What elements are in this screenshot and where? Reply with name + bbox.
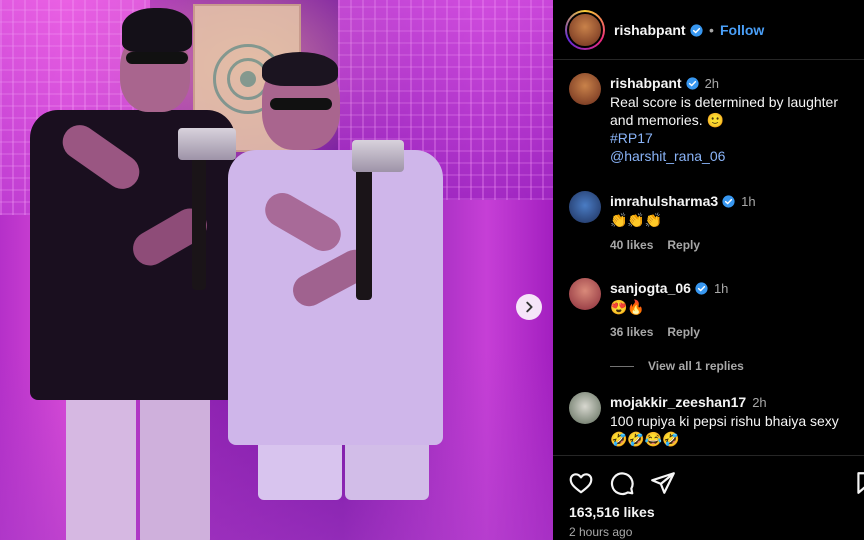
comment-likes[interactable]: 40 likes — [610, 238, 653, 252]
likes-count[interactable]: 163,516 likes — [569, 504, 655, 520]
author-avatar[interactable] — [565, 10, 605, 50]
posted-time[interactable]: 2 hours ago — [569, 525, 632, 539]
bookmark-icon[interactable] — [853, 470, 864, 496]
verified-badge-icon — [685, 77, 699, 90]
header-separator: • — [709, 22, 714, 38]
verified-badge-icon — [689, 24, 703, 37]
axe-head-left — [178, 128, 236, 160]
view-replies-button[interactable]: View all 1 replies — [610, 359, 744, 373]
caption-time[interactable]: 2h — [705, 76, 719, 91]
reply-button[interactable]: Reply — [667, 325, 700, 339]
comment-meta: 36 likes Reply — [610, 325, 714, 339]
comment-time[interactable]: 2h — [752, 395, 766, 410]
comment-username[interactable]: mojakkir_zeeshan17 — [610, 394, 746, 410]
post-header: rishabpant • Follow — [553, 0, 864, 60]
author-username-header[interactable]: rishabpant — [614, 22, 703, 38]
next-photo-button[interactable] — [516, 294, 542, 320]
author-username-text[interactable]: rishabpant — [614, 22, 686, 38]
comment-text: 100 rupiya ki pepsi rishu bhaiya sexy 🤣🤣… — [610, 413, 839, 447]
comment-likes[interactable]: 36 likes — [610, 325, 653, 339]
comment: imrahulsharma3 1h 👏👏👏 — [610, 192, 855, 229]
reply-button[interactable]: Reply — [667, 238, 700, 252]
share-icon[interactable] — [650, 470, 676, 496]
comment-time[interactable]: 1h — [741, 194, 755, 209]
replies-divider-line — [610, 365, 634, 367]
comment-username[interactable]: sanjogta_06 — [610, 280, 691, 296]
post-side-panel: rishabpant • Follow rishabpant 2h Real sc… — [553, 0, 864, 540]
verified-badge-icon — [722, 195, 735, 208]
comment-avatar[interactable] — [569, 278, 601, 310]
follow-button[interactable]: Follow — [720, 22, 764, 38]
verified-badge-icon — [695, 282, 708, 295]
comment-avatar[interactable] — [569, 191, 601, 223]
comment-text: 👏👏👏 — [610, 212, 663, 228]
caption-text: Real score is determined by laughter and… — [610, 94, 839, 128]
post-actions-bar: 163,516 likes 2 hours ago — [553, 455, 864, 540]
caption-hashtag[interactable]: #RP17 — [610, 129, 855, 147]
view-replies-label[interactable]: View all 1 replies — [648, 359, 744, 373]
comment: sanjogta_06 1h 😍🔥 — [610, 279, 855, 316]
caption-mention[interactable]: @harshit_rana_06 — [610, 147, 855, 165]
caption: rishabpant 2h Real score is determined by… — [610, 74, 855, 165]
comment: mojakkir_zeeshan17 2h 100 rupiya ki pepsi… — [610, 393, 855, 448]
comment-time[interactable]: 1h — [714, 281, 728, 296]
comment-text: 😍🔥 — [610, 299, 645, 315]
axe-handle-right — [356, 160, 372, 300]
axe-head-right — [352, 140, 404, 172]
comment-icon[interactable] — [609, 470, 635, 496]
comment-avatar[interactable] — [569, 392, 601, 424]
heart-icon[interactable] — [568, 470, 594, 496]
axe-handle-left — [192, 150, 206, 290]
comment-meta: 40 likes Reply — [610, 238, 714, 252]
caption-author-avatar[interactable] — [569, 73, 601, 105]
post-photo — [0, 0, 553, 540]
comment-username[interactable]: imrahulsharma3 — [610, 193, 718, 209]
caption-username[interactable]: rishabpant — [610, 75, 682, 91]
chevron-right-icon — [526, 301, 533, 313]
